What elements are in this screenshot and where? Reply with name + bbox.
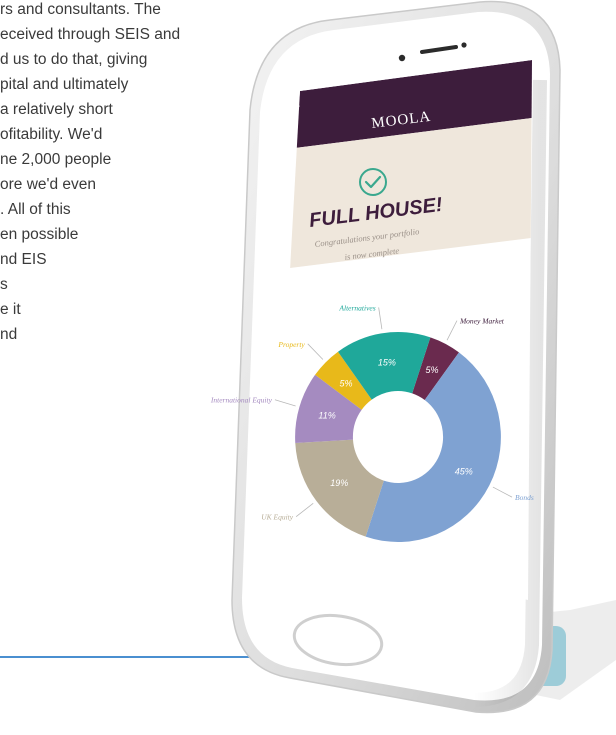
article-line: d us to do that, giving bbox=[0, 51, 148, 68]
article-line: ore we'd even bbox=[0, 176, 97, 193]
phone-illustration: MOOLA FULL HOUSE! Congratulations your p… bbox=[210, 0, 616, 714]
legend-label: Bonds bbox=[515, 493, 534, 502]
article-line: . All of this bbox=[0, 201, 71, 218]
article-line: a relatively short bbox=[0, 101, 113, 118]
article-line: rs and consultants. The bbox=[0, 1, 161, 18]
menu-icon[interactable] bbox=[286, 97, 300, 109]
article-line: ofitability. We'd bbox=[0, 126, 103, 143]
phone-mockup: MOOLA FULL HOUSE! Congratulations your p… bbox=[140, 0, 616, 735]
slice-value-label: 19% bbox=[330, 478, 348, 488]
slice-value-label: 5% bbox=[339, 378, 352, 388]
slice-value-label: 11% bbox=[318, 411, 335, 421]
legend-label: Alternatives bbox=[338, 303, 375, 312]
sensor-dot bbox=[461, 42, 467, 48]
legend-label: Money Market bbox=[459, 317, 505, 326]
article-line: e it bbox=[0, 301, 21, 318]
article-line: s bbox=[0, 276, 8, 293]
article-line: nd EIS bbox=[0, 251, 47, 268]
article-line: pital and ultimately bbox=[0, 76, 129, 93]
legend-label: Property bbox=[277, 340, 305, 349]
slice-value-label: 15% bbox=[378, 357, 396, 367]
article-line: nd bbox=[0, 326, 18, 343]
legend-label: UK Equity bbox=[261, 513, 294, 522]
front-camera bbox=[398, 54, 406, 62]
slice-value-label: 5% bbox=[425, 365, 438, 375]
article-line: en possible bbox=[0, 226, 79, 243]
legend-label: International Equity bbox=[210, 396, 273, 405]
slice-value-label: 45% bbox=[455, 467, 473, 477]
article-line: ne 2,000 people bbox=[0, 151, 112, 168]
